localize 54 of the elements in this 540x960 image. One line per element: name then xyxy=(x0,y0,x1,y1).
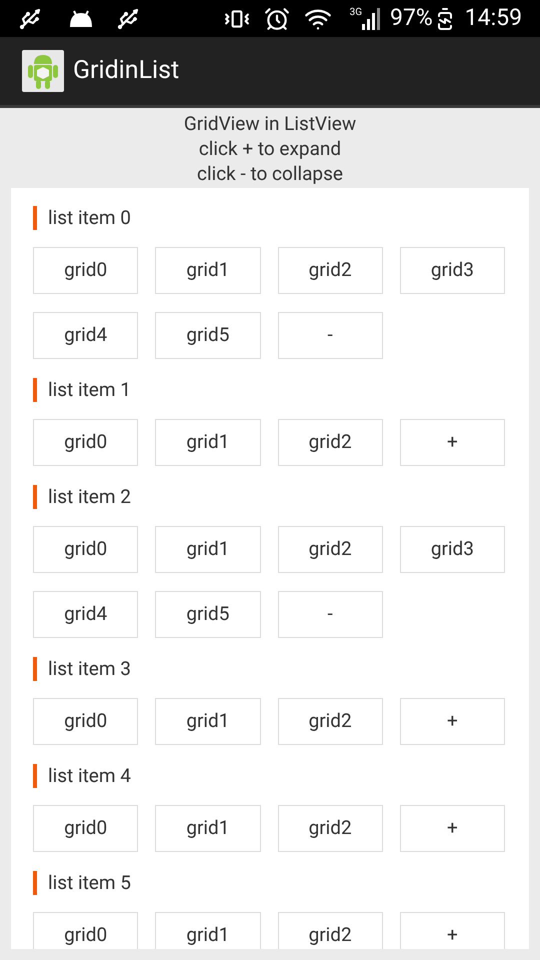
list-item-title: list item 4 xyxy=(48,762,131,789)
grid-cell[interactable]: grid2 xyxy=(278,526,383,573)
list-item-title: list item 3 xyxy=(48,656,131,682)
grid-cell[interactable]: grid2 xyxy=(278,247,383,294)
grid-cell[interactable]: grid1 xyxy=(155,805,260,852)
grid-cell[interactable]: grid0 xyxy=(33,247,138,294)
grid-cell[interactable]: grid2 xyxy=(278,698,383,745)
grid-cell[interactable]: grid0 xyxy=(33,698,138,745)
instruction-text: click + to expand xyxy=(198,136,342,161)
grid-cell[interactable]: + xyxy=(400,698,505,745)
instruction-text: click - to collapse xyxy=(197,161,343,186)
accent-bar xyxy=(33,657,37,681)
accent-bar xyxy=(33,871,37,895)
grid-cell[interactable]: - xyxy=(278,312,383,359)
grid-cell[interactable]: grid2 xyxy=(278,419,383,466)
accent-bar xyxy=(33,485,37,509)
usb-icon xyxy=(18,6,42,30)
accent-bar xyxy=(33,206,37,230)
signal-icon xyxy=(362,8,380,30)
grid-cell[interactable]: grid3 xyxy=(400,526,505,573)
grid-cell[interactable]: + xyxy=(400,912,505,949)
list-item-title: list item 5 xyxy=(48,870,131,896)
list-item-title: list item 1 xyxy=(48,376,131,403)
grid-cell[interactable]: grid0 xyxy=(33,912,138,949)
network-type: 3G xyxy=(350,6,362,20)
app-title: GridinList xyxy=(73,55,180,88)
grid-cell[interactable]: grid2 xyxy=(278,805,383,852)
grid-cell[interactable]: grid3 xyxy=(400,247,505,294)
grid-cell[interactable]: + xyxy=(400,805,505,852)
grid-cell[interactable]: grid0 xyxy=(33,805,138,852)
grid-cell[interactable]: grid4 xyxy=(33,312,138,359)
grid-cell[interactable]: grid0 xyxy=(33,526,138,573)
grid-cell[interactable]: grid0 xyxy=(33,419,138,466)
grid-cell[interactable]: + xyxy=(400,419,505,466)
usb-icon xyxy=(116,6,140,30)
accent-bar xyxy=(33,764,37,788)
grid-cell[interactable]: grid5 xyxy=(155,312,260,359)
app-icon xyxy=(22,50,64,92)
grid-cell[interactable]: grid2 xyxy=(278,912,383,949)
grid-cell[interactable]: grid5 xyxy=(155,591,260,638)
grid-cell[interactable]: grid1 xyxy=(155,698,260,745)
battery-level: 97% xyxy=(390,3,433,34)
list-item-title: list item 2 xyxy=(48,484,131,510)
list-item-title: list item 0 xyxy=(48,204,131,231)
alarm-icon xyxy=(264,6,290,32)
clock: 14:59 xyxy=(464,3,522,34)
instruction-text: GridView in ListView xyxy=(184,111,356,136)
accent-bar xyxy=(33,378,37,402)
grid-cell[interactable]: grid1 xyxy=(155,419,260,466)
grid-cell[interactable]: - xyxy=(278,591,383,638)
grid-cell[interactable]: grid1 xyxy=(155,247,260,294)
grid-cell[interactable]: grid4 xyxy=(33,591,138,638)
grid-cell[interactable]: grid1 xyxy=(155,526,260,573)
grid-cell[interactable]: grid1 xyxy=(155,912,260,949)
